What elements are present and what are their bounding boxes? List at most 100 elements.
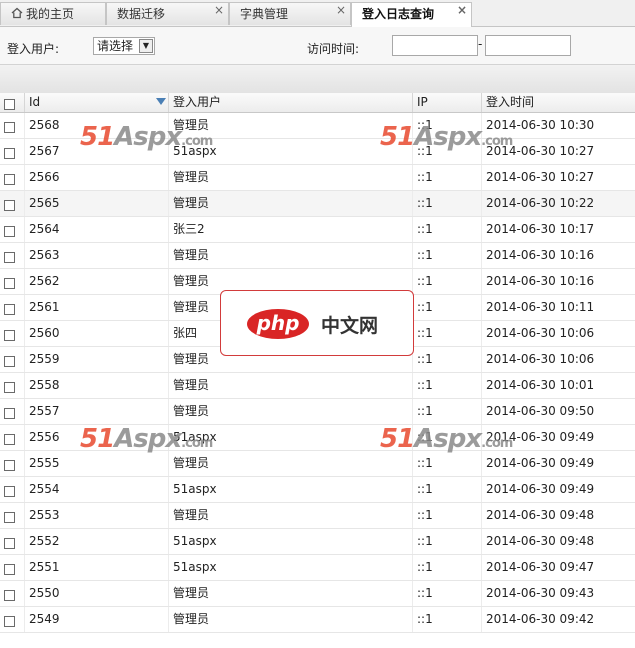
cell-id: 2563 — [25, 243, 169, 268]
table-row[interactable]: 2558 管理员::1 2014-06-30 10:01 — [0, 373, 635, 399]
tab-data-migration[interactable]: 数据迁移 × — [106, 2, 229, 25]
row-checkbox[interactable] — [4, 408, 15, 419]
table-row[interactable]: 2550 管理员::1 2014-06-30 09:43 — [0, 581, 635, 607]
table-row[interactable]: 2567 51aspx::1 2014-06-30 10:27 — [0, 139, 635, 165]
php-cn-logo: php 中文网 — [220, 290, 414, 356]
grid-toolbar — [0, 64, 635, 94]
row-checkbox[interactable] — [4, 538, 15, 549]
cell-id: 2550 — [25, 581, 169, 606]
close-icon[interactable]: × — [336, 0, 346, 21]
cell-id: 2553 — [25, 503, 169, 528]
header-user[interactable]: 登入用户 — [169, 93, 413, 112]
row-checkbox-cell — [0, 269, 25, 294]
header-time-label: 登入时间 — [486, 95, 535, 109]
close-icon[interactable]: × — [214, 0, 224, 21]
row-checkbox-cell — [0, 295, 25, 320]
row-checkbox-cell — [0, 503, 25, 528]
tab-login-log[interactable]: 登入日志查询 × — [351, 2, 472, 27]
row-checkbox[interactable] — [4, 122, 15, 133]
cell-time: 2014-06-30 09:48 — [486, 534, 595, 548]
cell-user: 管理员 — [169, 191, 413, 216]
cell-user: 管理员 — [169, 451, 413, 476]
cell-id: 2567 — [25, 139, 169, 164]
row-checkbox[interactable] — [4, 330, 15, 341]
table-row[interactable]: 2552 51aspx::1 2014-06-30 09:48 — [0, 529, 635, 555]
table-row[interactable]: 2551 51aspx::1 2014-06-30 09:47 — [0, 555, 635, 581]
table-row[interactable]: 2565 管理员::1 2014-06-30 10:22 — [0, 191, 635, 217]
cell-id: 2555 — [25, 451, 169, 476]
table-row[interactable]: 2564 张三2::1 2014-06-30 10:17 — [0, 217, 635, 243]
cell-user: 51aspx — [169, 555, 413, 580]
row-checkbox[interactable] — [4, 564, 15, 575]
php-logo-pill: php — [247, 309, 309, 339]
start-time-input[interactable] — [392, 35, 478, 56]
cell-ip: ::1 — [413, 347, 482, 372]
cell-time: 2014-06-30 10:16 — [486, 248, 595, 262]
cell-user: 管理员 — [169, 165, 413, 190]
cell-ip: ::1 — [413, 165, 482, 190]
cell-ip: ::1 — [413, 295, 482, 320]
row-checkbox[interactable] — [4, 278, 15, 289]
user-select-value: 请选择 — [97, 39, 134, 53]
row-checkbox[interactable] — [4, 382, 15, 393]
end-time-input[interactable] — [485, 35, 571, 56]
row-checkbox[interactable] — [4, 460, 15, 471]
row-checkbox-cell — [0, 321, 25, 346]
tab-bar: 我的主页 数据迁移 × 字典管理 × 登入日志查询 × — [0, 0, 635, 27]
range-separator: - — [478, 37, 483, 51]
header-user-label: 登入用户 — [173, 95, 222, 109]
close-icon[interactable]: × — [457, 0, 467, 21]
row-checkbox[interactable] — [4, 590, 15, 601]
row-checkbox[interactable] — [4, 486, 15, 497]
cell-time: 2014-06-30 10:01 — [486, 378, 595, 392]
header-ip[interactable]: IP — [413, 93, 482, 112]
row-checkbox[interactable] — [4, 512, 15, 523]
select-all-checkbox[interactable] — [4, 98, 15, 110]
row-checkbox[interactable] — [4, 200, 15, 211]
row-checkbox[interactable] — [4, 304, 15, 315]
row-checkbox[interactable] — [4, 226, 15, 237]
table-row[interactable]: 2556 51aspx::1 2014-06-30 09:49 — [0, 425, 635, 451]
cell-ip: ::1 — [413, 243, 482, 268]
cell-ip: ::1 — [413, 191, 482, 216]
php-logo-text: 中文网 — [321, 315, 379, 337]
grid-header: Id 登入用户 IP 登入时间 — [0, 93, 635, 113]
row-checkbox[interactable] — [4, 616, 15, 627]
table-row[interactable]: 2563 管理员::1 2014-06-30 10:16 — [0, 243, 635, 269]
table-row[interactable]: 2554 51aspx::1 2014-06-30 09:49 — [0, 477, 635, 503]
cell-time: 2014-06-30 09:49 — [486, 482, 595, 496]
table-row[interactable]: 2549 管理员::1 2014-06-30 09:42 — [0, 607, 635, 633]
cell-user: 管理员 — [169, 399, 413, 424]
time-filter-label: 访问时间: — [307, 42, 360, 56]
row-checkbox-cell — [0, 139, 25, 164]
table-row[interactable]: 2555 管理员::1 2014-06-30 09:49 — [0, 451, 635, 477]
row-checkbox[interactable] — [4, 252, 15, 263]
cell-ip: ::1 — [413, 451, 482, 476]
cell-ip: ::1 — [413, 321, 482, 346]
table-row[interactable]: 2553 管理员::1 2014-06-30 09:48 — [0, 503, 635, 529]
cell-ip: ::1 — [413, 555, 482, 580]
row-checkbox[interactable] — [4, 174, 15, 185]
table-row[interactable]: 2566 管理员::1 2014-06-30 10:27 — [0, 165, 635, 191]
row-checkbox[interactable] — [4, 356, 15, 367]
row-checkbox-cell — [0, 477, 25, 502]
row-checkbox-cell — [0, 243, 25, 268]
table-row[interactable]: 2557 管理员::1 2014-06-30 09:50 — [0, 399, 635, 425]
cell-user: 51aspx — [169, 139, 413, 164]
user-select[interactable]: 请选择 ▼ — [93, 37, 155, 55]
row-checkbox[interactable] — [4, 434, 15, 445]
cell-time: 2014-06-30 10:06 — [486, 326, 595, 340]
cell-time: 2014-06-30 10:30 — [486, 118, 595, 132]
row-checkbox[interactable] — [4, 148, 15, 159]
header-id[interactable]: Id — [25, 93, 169, 112]
chevron-down-icon[interactable]: ▼ — [139, 39, 153, 53]
cell-user: 51aspx — [169, 477, 413, 502]
cell-time: 2014-06-30 10:17 — [486, 222, 595, 236]
tab-home[interactable]: 我的主页 — [0, 2, 106, 25]
tab-dictionary[interactable]: 字典管理 × — [229, 2, 351, 25]
cell-user: 51aspx — [169, 529, 413, 554]
cell-user: 张三2 — [169, 217, 413, 242]
table-row[interactable]: 2568 管理员::1 2014-06-30 10:30 — [0, 113, 635, 139]
header-time[interactable]: 登入时间 — [482, 93, 635, 112]
home-icon — [11, 7, 23, 19]
